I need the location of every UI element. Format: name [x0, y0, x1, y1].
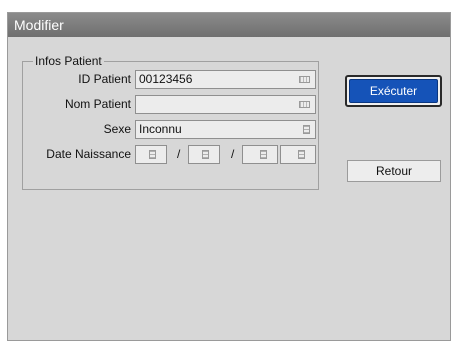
execute-button[interactable]: Exécuter	[345, 75, 442, 107]
patient-name-field[interactable]	[135, 95, 316, 114]
birthdate-month-field[interactable]	[188, 145, 220, 164]
birthdate-day-field[interactable]	[135, 145, 167, 164]
birthdate-year-field-2[interactable]	[280, 145, 316, 164]
sex-value: Inconnu	[139, 122, 182, 136]
sex-label: Sexe	[103, 122, 131, 136]
modifier-dialog: Modifier Infos Patient ID Patient 001234…	[7, 12, 451, 341]
patient-id-label: ID Patient	[78, 72, 131, 86]
date-separator: /	[231, 147, 235, 161]
list-icon	[149, 150, 156, 159]
patient-id-field[interactable]: 00123456	[135, 70, 316, 89]
execute-button-label[interactable]: Exécuter	[349, 79, 438, 103]
patient-id-value: 00123456	[139, 72, 193, 86]
birthdate-label: Date Naissance	[46, 147, 131, 161]
patient-info-group: Infos Patient ID Patient 00123456 Nom Pa…	[22, 54, 319, 190]
back-button[interactable]: Retour	[347, 160, 441, 182]
list-icon	[202, 150, 209, 159]
list-icon	[303, 125, 310, 134]
date-separator: /	[177, 147, 181, 161]
window-title: Modifier	[8, 13, 450, 37]
list-icon	[298, 150, 305, 159]
sex-select[interactable]: Inconnu	[135, 120, 316, 139]
keyboard-icon[interactable]	[299, 76, 310, 83]
patient-name-label: Nom Patient	[64, 97, 131, 111]
birthdate-year-field-1[interactable]	[242, 145, 278, 164]
list-icon	[260, 150, 267, 159]
keyboard-icon[interactable]	[299, 101, 310, 108]
patient-info-legend: Infos Patient	[33, 54, 104, 68]
